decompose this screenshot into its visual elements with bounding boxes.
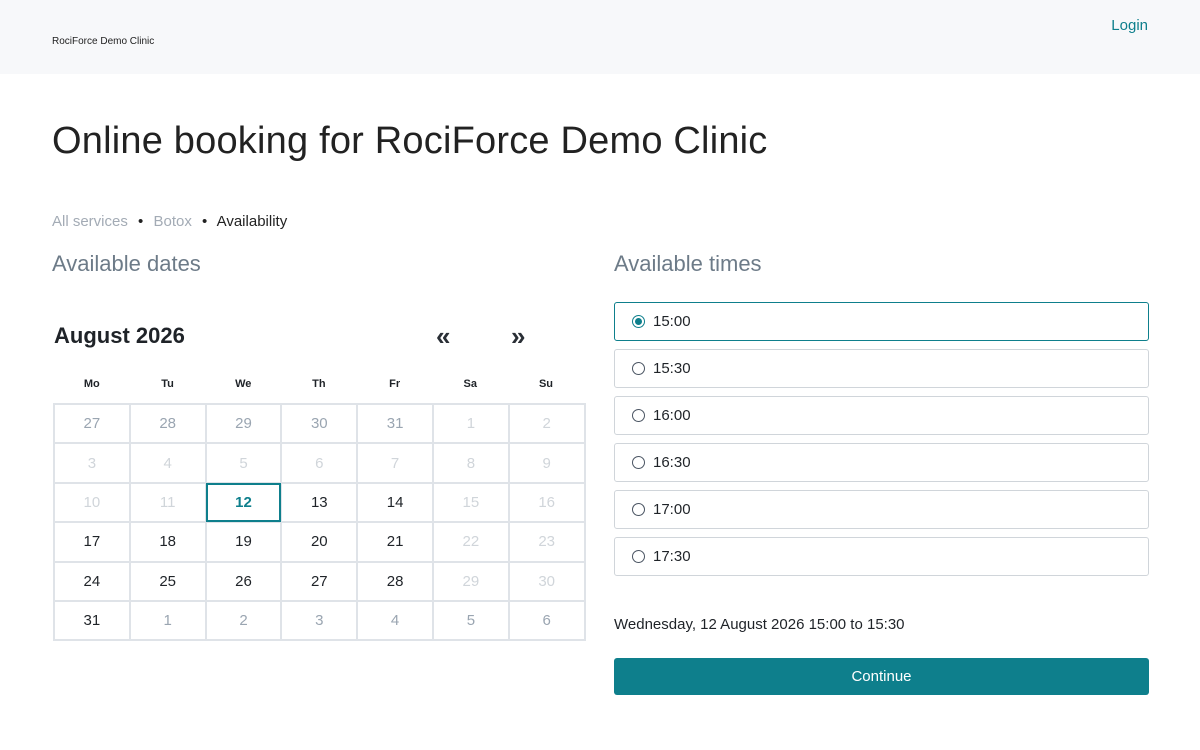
calendar-day: 22 [431,521,510,563]
calendar-day[interactable]: 27 [280,560,359,602]
radio-checked-icon[interactable] [632,315,645,328]
calendar-day: 16 [507,481,586,524]
calendar-day[interactable]: 17 [53,521,131,563]
time-slot-label: 17:00 [653,501,691,518]
time-slot-label: 15:30 [653,360,691,377]
time-slot-label: 16:30 [653,454,691,471]
time-slot-option[interactable]: 15:00 [614,302,1149,341]
calendar-month-title: August 2026 [54,323,185,348]
top-bar: RociForce Demo Clinic Login [0,0,1200,74]
calendar-week-row: 3456789 [53,442,586,484]
calendar-day: 15 [431,481,510,524]
calendar-day: 5 [431,599,510,642]
calendar-day: 27 [53,402,131,445]
calendar-day[interactable]: 31 [53,599,131,642]
calendar-day[interactable]: 26 [204,560,283,602]
calendar-day: 4 [128,442,207,484]
calendar-day: 31 [356,402,434,445]
weekday-label: Th [312,378,326,390]
calendar-week-row: 17 18 19 20 21 22 23 [53,521,586,563]
clinic-brand: RociForce Demo Clinic [52,36,155,47]
calendar-day: 30 [507,560,586,602]
calendar-day[interactable]: 24 [53,560,131,602]
radio-unchecked-icon[interactable] [632,362,645,375]
breadcrumb-all-services[interactable]: All services [52,213,128,230]
calendar-week-row: 27 28 29 30 31 1 2 [53,402,586,445]
calendar-day: 6 [507,599,586,642]
previous-month-button[interactable]: « [436,322,450,350]
calendar-day: 10 [53,481,131,524]
calendar-day: 2 [204,599,283,642]
time-slot-label: 16:00 [653,407,691,424]
calendar-grid: 27 28 29 30 31 1 2 3 4 5 6 7 8 9 10 11 12 13 14 15 16 17 18 19 2… [53,402,586,642]
calendar-day[interactable]: 28 [356,560,434,602]
time-slot-label: 17:30 [653,548,691,565]
continue-button[interactable]: Continue [614,658,1149,695]
time-slot-option[interactable]: 16:00 [614,396,1149,435]
available-dates-heading: Available dates [52,251,201,276]
calendar-day[interactable]: 19 [204,521,283,563]
calendar-week-row: 24 25 26 27 28 29 30 [53,560,586,602]
weekday-label: Sa [463,378,478,390]
login-link[interactable]: Login [1111,17,1148,34]
calendar-weekday-header: Mo Tu We Th Fr Sa Su [54,378,584,390]
calendar-day: 6 [280,442,359,484]
time-slot-option[interactable]: 17:30 [614,537,1149,576]
calendar-day: 2 [507,402,586,445]
weekday-label: Mo [83,378,100,390]
calendar-day-selected[interactable]: 12 [204,481,283,524]
radio-unchecked-icon[interactable] [632,456,645,469]
calendar-day: 1 [431,402,510,445]
time-slot-label: 15:00 [653,313,691,330]
calendar-day[interactable]: 14 [356,481,434,524]
calendar-day: 3 [280,599,359,642]
weekday-label: Tu [161,378,174,390]
available-times-heading: Available times [614,251,762,276]
page-title: Online booking for RociForce Demo Clinic [52,120,768,162]
breadcrumb-separator: • [202,213,208,230]
calendar-week-row: 31 1 2 3 4 5 6 [53,599,586,642]
calendar-day: 23 [507,521,586,563]
calendar-day: 29 [431,560,510,602]
calendar-day[interactable]: 20 [280,521,359,563]
booking-summary: Wednesday, 12 August 2026 15:00 to 15:30 [614,616,905,633]
calendar-day: 1 [128,599,207,642]
calendar-day: 7 [356,442,434,484]
calendar-day: 3 [53,442,131,484]
breadcrumb-botox[interactable]: Botox [153,213,191,230]
radio-unchecked-icon[interactable] [632,550,645,563]
time-slot-list: 15:00 15:30 16:00 16:30 17:00 17:30 [614,302,1149,584]
calendar-day: 8 [431,442,510,484]
calendar-day[interactable]: 13 [280,481,359,524]
breadcrumb-separator: • [138,213,144,230]
breadcrumb: All services • Botox • Availability [52,213,287,230]
radio-unchecked-icon[interactable] [632,503,645,516]
weekday-label: Fr [389,378,401,390]
calendar-day[interactable]: 25 [128,560,207,602]
calendar-day: 28 [128,402,207,445]
weekday-label: We [235,378,252,390]
radio-unchecked-icon[interactable] [632,409,645,422]
time-slot-option[interactable]: 17:00 [614,490,1149,529]
calendar-week-row: 10 11 12 13 14 15 16 [53,481,586,524]
weekday-label: Su [538,378,553,390]
breadcrumb-current: Availability [216,213,288,230]
calendar-day: 4 [356,599,434,642]
calendar-day: 29 [204,402,283,445]
calendar-day[interactable]: 18 [128,521,207,563]
calendar-day: 30 [280,402,359,445]
calendar-day: 5 [204,442,283,484]
calendar-day: 9 [507,442,586,484]
time-slot-option[interactable]: 16:30 [614,443,1149,482]
time-slot-option[interactable]: 15:30 [614,349,1149,388]
calendar-day: 11 [128,481,207,524]
next-month-button[interactable]: » [511,322,525,350]
calendar-day[interactable]: 21 [356,521,434,563]
